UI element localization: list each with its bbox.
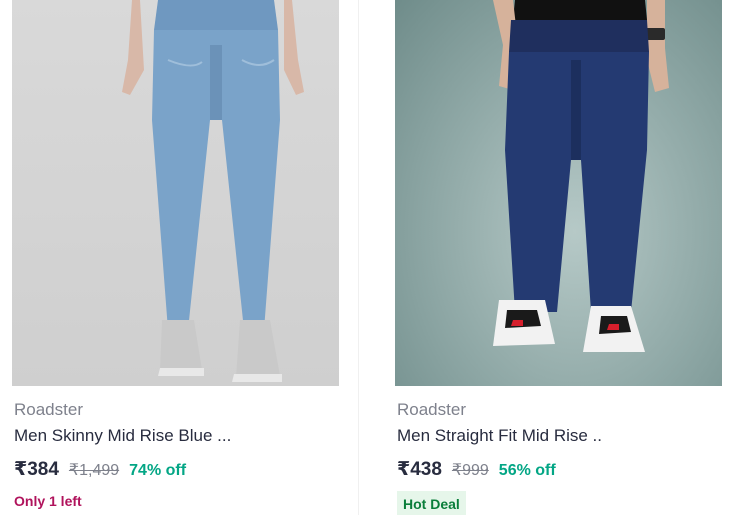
product-card-2[interactable]: Roadster Men Straight Fit Mid Rise .. ₹4…: [395, 0, 722, 515]
discount-label: 56% off: [498, 462, 556, 479]
selling-price: ₹384: [14, 459, 59, 480]
hot-deal-badge: Hot Deal: [397, 491, 466, 515]
discount-label: 74% off: [129, 462, 187, 479]
product-info-2: Roadster Men Straight Fit Mid Rise .. ₹4…: [397, 400, 717, 515]
brand-name: Roadster: [397, 400, 466, 419]
product-image-2[interactable]: [395, 0, 722, 386]
product-title[interactable]: Men Straight Fit Mid Rise ..: [397, 426, 717, 446]
price-row: ₹438 ₹999 56% off: [397, 458, 717, 481]
original-price: ₹1,499: [68, 462, 120, 479]
product-info-1: Roadster Men Skinny Mid Rise Blue ... ₹3…: [14, 400, 334, 509]
stock-alert: Only 1 left: [14, 493, 82, 509]
original-price: ₹999: [451, 462, 489, 479]
price-row: ₹384 ₹1,499 74% off: [14, 458, 334, 481]
card-divider: [358, 0, 359, 515]
product-image-1[interactable]: [12, 0, 339, 386]
jeans-dark-blue-illustration: [493, 0, 669, 352]
product-grid: Roadster Men Skinny Mid Rise Blue ... ₹3…: [0, 0, 731, 515]
brand-name: Roadster: [14, 400, 83, 419]
selling-price: ₹438: [397, 459, 442, 480]
jeans-light-blue-illustration: [122, 0, 304, 382]
product-card-1[interactable]: Roadster Men Skinny Mid Rise Blue ... ₹3…: [12, 0, 339, 515]
product-title[interactable]: Men Skinny Mid Rise Blue ...: [14, 426, 334, 446]
